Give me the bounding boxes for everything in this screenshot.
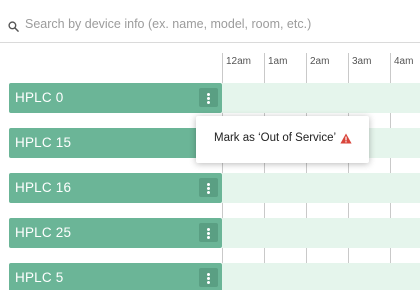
device-context-menu: Mark as ‘Out of Service’ bbox=[196, 116, 369, 163]
schedule-row[interactable] bbox=[222, 263, 420, 290]
search-icon bbox=[8, 21, 19, 32]
search-input[interactable] bbox=[25, 14, 405, 34]
more-icon bbox=[207, 281, 210, 284]
device-row-hplc-0[interactable]: HPLC 0 bbox=[9, 83, 222, 113]
hour-label-1am: 1am bbox=[268, 56, 288, 67]
device-row-hplc-15[interactable]: HPLC 15 bbox=[9, 128, 222, 158]
more-icon bbox=[207, 101, 210, 104]
more-icon bbox=[207, 228, 210, 231]
device-menu-button[interactable] bbox=[199, 268, 218, 287]
more-icon bbox=[207, 273, 210, 276]
hour-label-12am: 12am bbox=[226, 56, 252, 67]
more-icon bbox=[207, 183, 210, 186]
more-icon bbox=[207, 97, 210, 100]
schedule-row[interactable] bbox=[222, 218, 420, 248]
device-row-hplc-25[interactable]: HPLC 25 bbox=[9, 218, 222, 248]
search-bar bbox=[0, 0, 420, 43]
device-name: HPLC 25 bbox=[15, 225, 72, 240]
more-icon bbox=[207, 277, 210, 280]
device-menu-button[interactable] bbox=[199, 178, 218, 197]
more-icon bbox=[207, 187, 210, 190]
more-icon bbox=[207, 236, 210, 239]
device-row-hplc-5[interactable]: HPLC 5 bbox=[9, 263, 222, 290]
hour-label-3am: 3am bbox=[352, 56, 372, 67]
device-menu-button[interactable] bbox=[199, 88, 218, 107]
device-name: HPLC 15 bbox=[15, 135, 72, 150]
device-name: HPLC 0 bbox=[15, 90, 64, 105]
schedule-row[interactable] bbox=[222, 83, 420, 113]
warning-icon bbox=[340, 133, 352, 144]
device-row-hplc-16[interactable]: HPLC 16 bbox=[9, 173, 222, 203]
device-menu-button[interactable] bbox=[199, 223, 218, 242]
more-icon bbox=[207, 191, 210, 194]
device-name: HPLC 5 bbox=[15, 270, 64, 285]
device-name: HPLC 16 bbox=[15, 180, 72, 195]
hour-label-2am: 2am bbox=[310, 56, 330, 67]
mark-out-of-service-item[interactable]: Mark as ‘Out of Service’ bbox=[214, 132, 336, 144]
more-icon bbox=[207, 232, 210, 235]
schedule-row[interactable] bbox=[222, 173, 420, 203]
more-icon bbox=[207, 93, 210, 96]
hour-label-4am: 4am bbox=[394, 56, 414, 67]
